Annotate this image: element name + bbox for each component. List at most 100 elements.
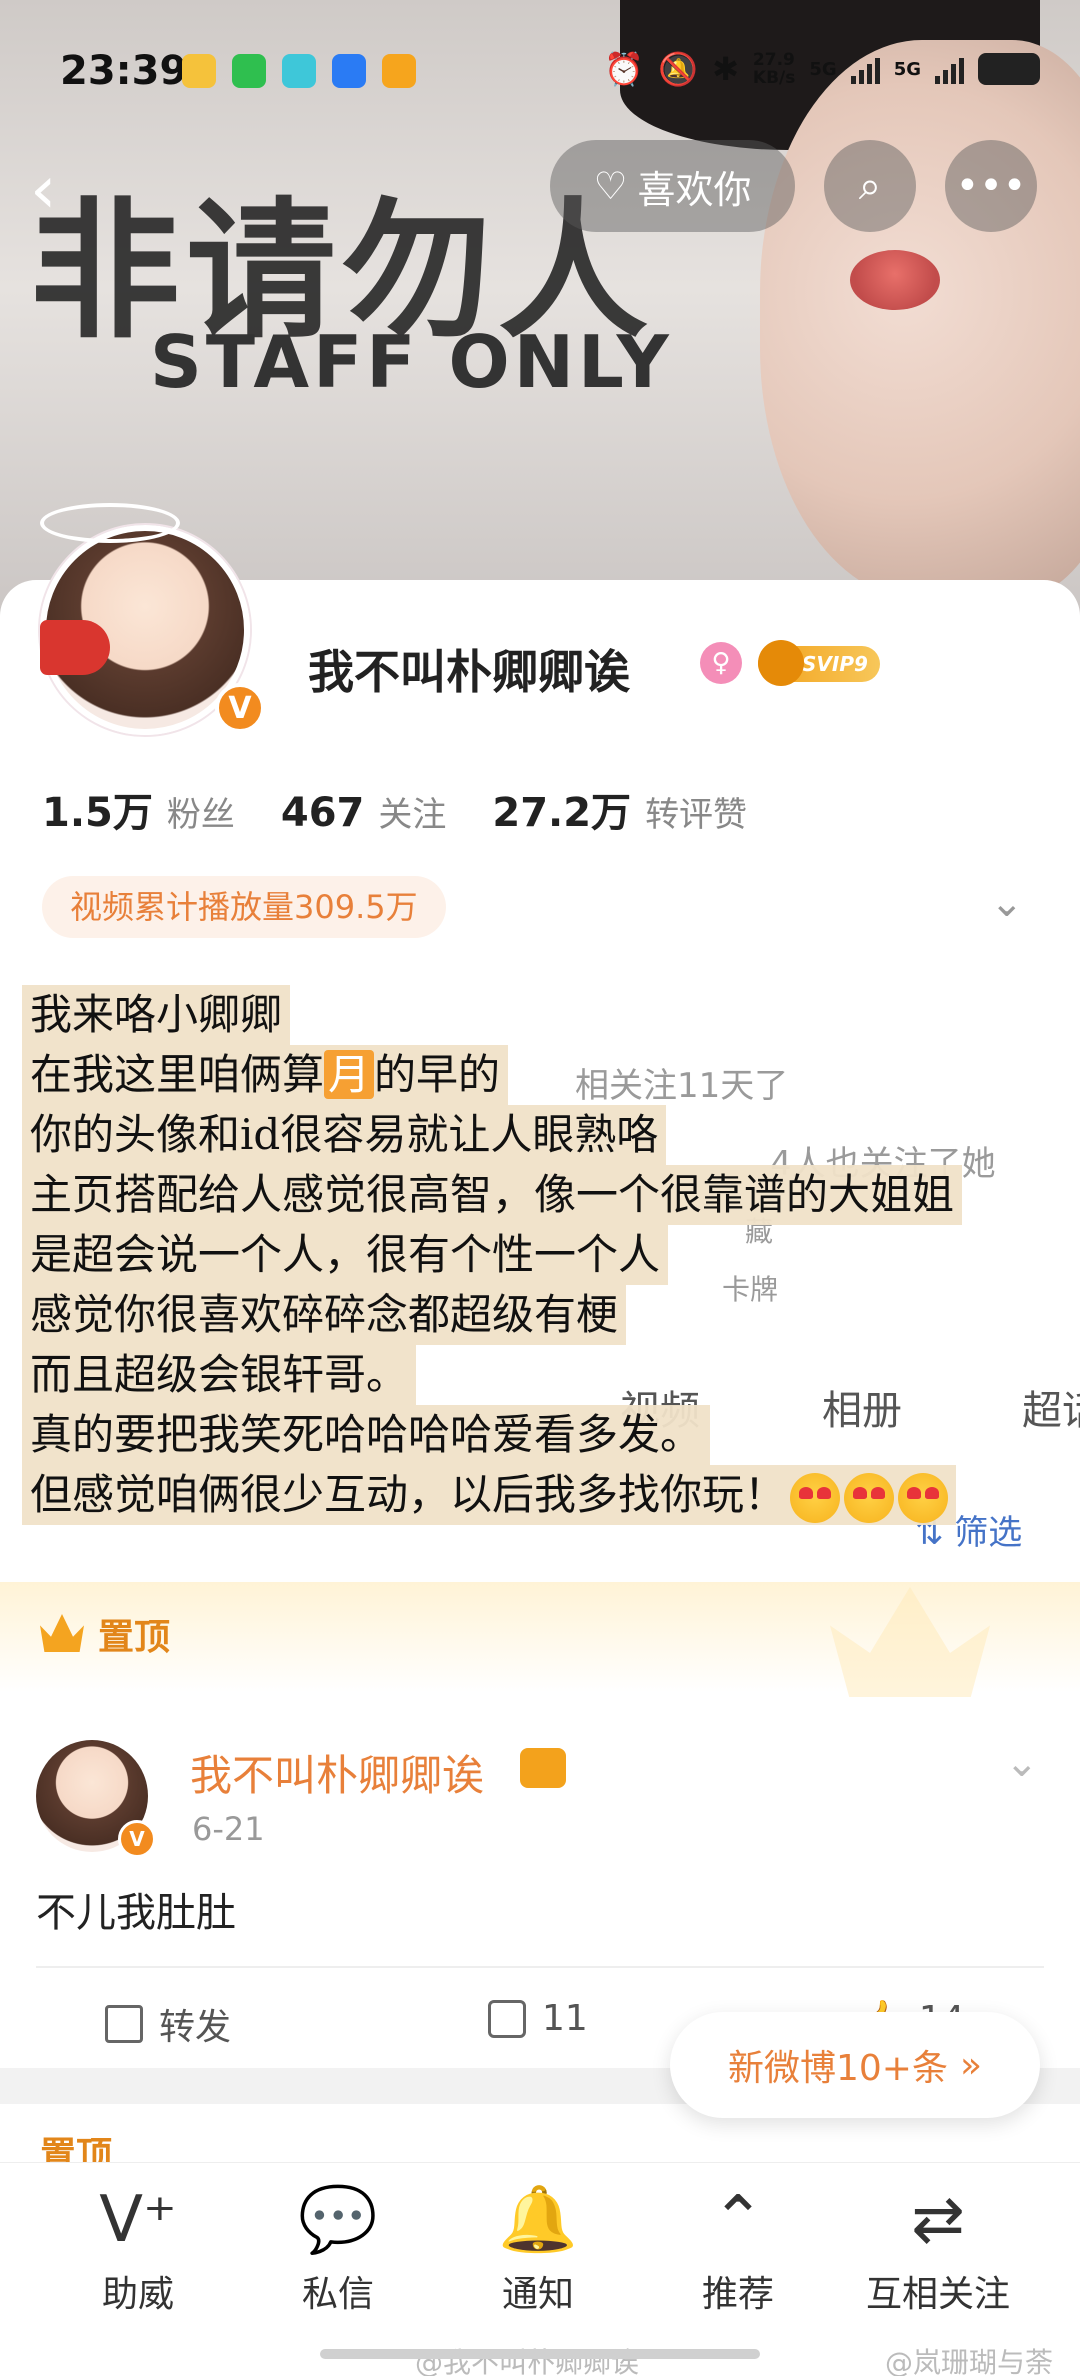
comment-overlay-note: 我来咯小卿卿 在我这里咱俩算月的早的 你的头像和id很容易就让人眼熟咯 主页搭配… [22,985,1072,1525]
bell-icon: 🔔 [498,2183,578,2257]
app-icon-teal [282,54,316,88]
stat-following[interactable]: 467 关注 [281,787,447,836]
status-time: 23:39 [60,48,188,94]
profile-stats: 1.5万 粉丝 467 关注 27.2万 转评赞 [42,780,793,838]
note-line: 主页搭配给人感觉很高智，像一个很靠谱的大姐姐 [22,1165,963,1225]
new-posts-label: 新微博10+条 [727,2048,948,2089]
video-play-count-badge: 视频累计播放量309.5万 [42,876,446,938]
divider [36,1966,1044,1968]
stat-value: 1.5万 [42,790,153,836]
double-chevron-down-icon: » [959,2044,982,2086]
pinned-header: 置顶 [0,1582,1080,1697]
chevron-down-icon[interactable]: ⌄ [1005,1740,1039,1786]
like-button-label: 喜欢你 [637,167,752,212]
bottom-nav-label: 通知 [501,2274,574,2315]
network-speed: 27.9 KB/s [753,51,795,87]
comment-button[interactable]: 11 [488,1998,588,2039]
note-text-fragment: 在我这里咱俩算 [30,1050,325,1099]
note-text-fragment: 的早的 [374,1050,501,1099]
vip-crown-icon [520,1748,566,1788]
bottom-nav-label: 私信 [301,2274,374,2315]
back-button[interactable]: ‹ [30,150,110,230]
top-nav: ‹ ♡ 喜欢你 ⌕ ••• [0,140,1080,240]
note-line: 是超会说一个人，很有个性一个人 [22,1225,669,1285]
chevron-left-icon: ‹ [30,151,57,228]
profile-avatar-wrap[interactable]: V [40,503,265,750]
home-indicator[interactable] [320,2349,760,2359]
stat-value: 27.2万 [492,790,632,836]
bluetooth-icon: ✱ [712,50,739,88]
chat-icon: 💬 [298,2183,378,2257]
alarm-icon: ⏰ [604,50,645,88]
weibo-app-icon [182,54,216,88]
recommend-button[interactable]: ⌃ 推荐 [658,2175,818,2317]
heart-eyes-emoji-icon [898,1473,949,1523]
note-line: 我来咯小卿卿 [22,985,291,1045]
bottom-nav-label: 推荐 [701,2274,774,2315]
note-line-last: 但感觉咱俩很少互动，以后我多找你玩！ [22,1465,957,1525]
network-speed-value: 27.9 [752,50,795,70]
crown-icon [758,640,804,686]
stat-engagement[interactable]: 27.2万 转评赞 [492,780,747,838]
alipay-app-icon [332,54,366,88]
wechat-app-icon [232,54,266,88]
chevron-down-icon[interactable]: ⌄ [990,880,1024,926]
verified-icon: V [215,683,265,733]
repost-button[interactable]: 转发 [105,1998,231,2050]
message-button[interactable]: 💬 私信 [258,2175,418,2317]
stat-label: 粉丝 [166,795,235,835]
app-icon-orange [382,54,416,88]
svip-badge[interactable]: SVIP9 [758,640,880,686]
notify-button[interactable]: 🔔 通知 [458,2175,618,2317]
heart-eyes-emoji-icon [844,1473,895,1523]
battery-icon [978,53,1040,85]
comment-icon [488,1999,526,2038]
stat-label: 转评赞 [645,795,748,835]
note-line: 真的要把我笑死哈哈哈哈爱看多发。 [22,1405,711,1465]
post-author-name[interactable]: 我不叫朴卿卿诶 [190,1742,484,1803]
note-line: 你的头像和id很容易就让人眼熟咯 [22,1105,667,1165]
status-indicators: ⏰ 🔕 ✱ 27.9 KB/s 5G 5G [604,50,1040,88]
hand-heart-icon: ♡ [593,164,628,208]
profile-username: 我不叫朴卿卿诶 [308,645,630,699]
notification-app-icons [182,54,416,88]
more-icon: ••• [955,163,1027,209]
cheer-button[interactable]: V⁺ 助威 [58,2175,218,2317]
chevron-up-circle-icon: ⌃ [711,2183,765,2257]
stat-label: 关注 [378,795,447,835]
svip-level: SVIP9 [802,652,868,676]
banner-lips [850,250,940,310]
megaphone-icon [40,620,110,675]
stat-value: 467 [280,790,365,836]
halo-decoration [40,503,180,543]
more-button[interactable]: ••• [945,140,1037,232]
like-button[interactable]: ♡ 喜欢你 [550,140,795,232]
bottom-action-bar: V⁺ 助威 💬 私信 🔔 通知 ⌃ 推荐 ⇄ 互相关注 @我不叫朴卿卿诶 @岚珊… [0,2162,1080,2376]
crown-watermark-icon [830,1587,990,1697]
note-line: 感觉你很喜欢碎碎念都超级有梗 [22,1285,627,1345]
new-posts-button[interactable]: 新微博10+条 » [670,2012,1040,2118]
network-speed-unit: KB/s [752,68,796,88]
watermark-right: @岚珊瑚与荼 [885,2346,1054,2376]
note-line-highlighted: 在我这里咱俩算月的早的 [22,1045,509,1105]
mutual-follow-icon: ⇄ [911,2183,965,2257]
status-bar: 23:39 ⏰ 🔕 ✱ 27.9 KB/s 5G 5G [0,0,1080,140]
heart-eyes-emoji-icon [790,1473,841,1523]
post-date: 6-21 [192,1810,265,1848]
note-highlight: 月 [324,1050,375,1099]
banner-sign-subtext: STAFF ONLY [150,320,673,404]
mute-icon: 🔕 [658,50,699,88]
signal-label-1: 5G [809,58,837,80]
bottom-nav-label: 助威 [101,2274,174,2315]
stat-fans[interactable]: 1.5万 粉丝 [42,780,235,838]
note-line: 而且超级会银轩哥。 [22,1345,417,1405]
crown-icon [40,1614,84,1652]
search-button[interactable]: ⌕ [824,140,916,232]
post-text[interactable]: 不儿我肚肚 [36,1880,236,1938]
bottom-nav-label: 互相关注 [865,2274,1010,2315]
signal-bars-2-icon [935,54,964,84]
search-icon: ⌕ [858,163,882,209]
share-icon [105,2005,143,2043]
v-plus-icon: V⁺ [99,2183,177,2257]
mutual-follow-button[interactable]: ⇄ 互相关注 [858,2175,1018,2317]
